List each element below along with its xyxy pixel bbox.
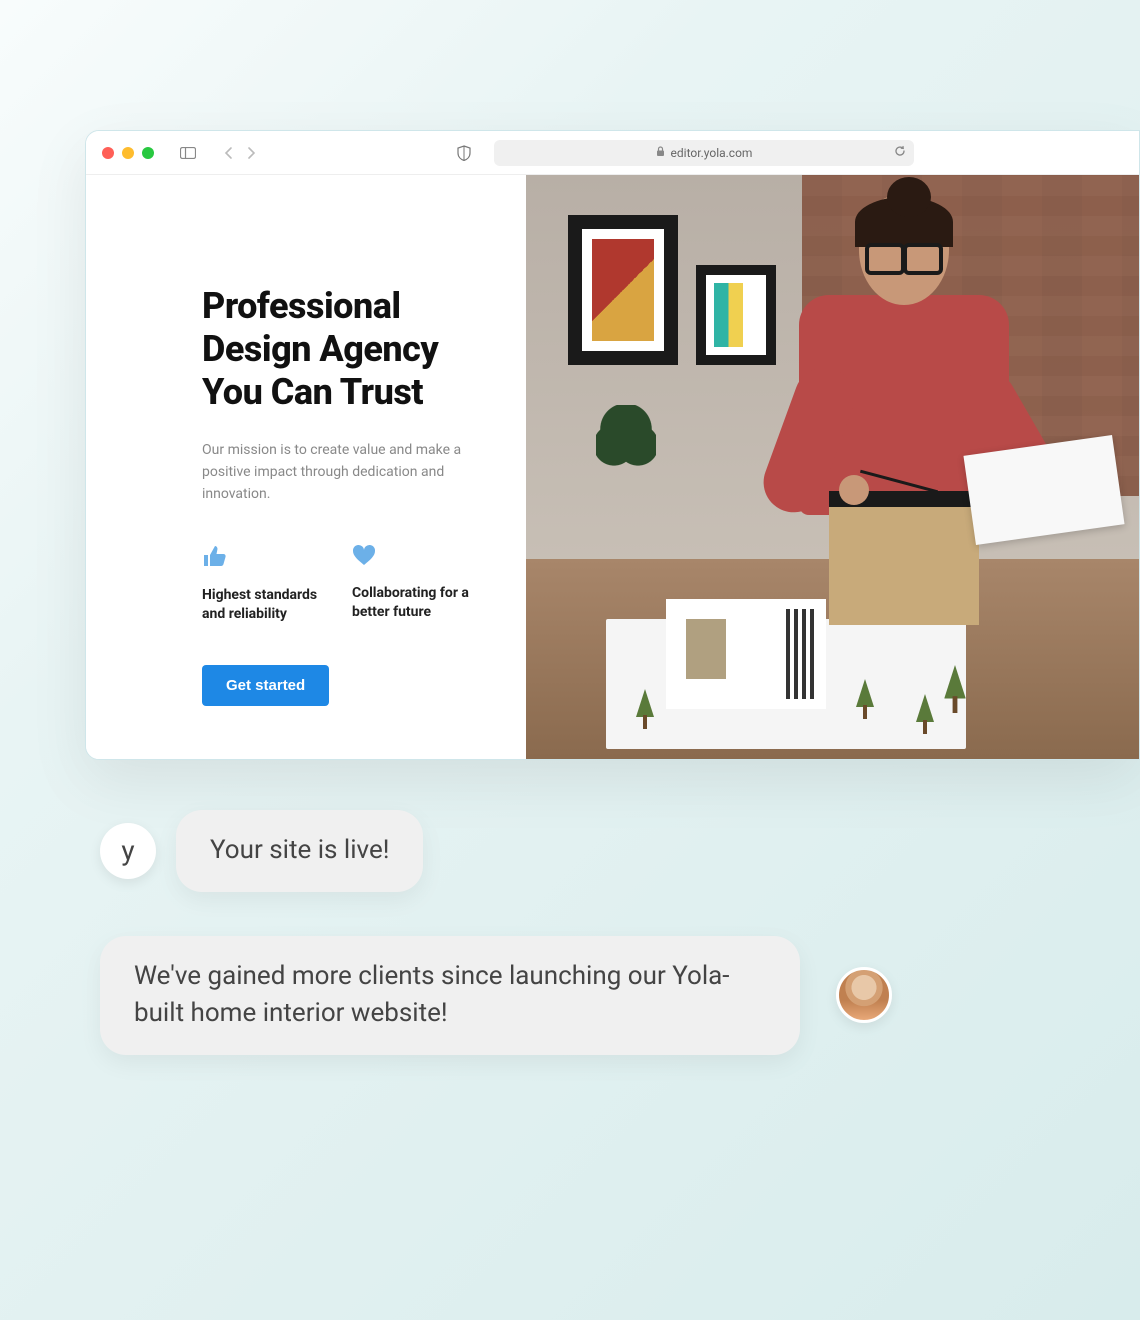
maximize-window-icon[interactable] [142,147,154,159]
close-window-icon[interactable] [102,147,114,159]
feature-label: Collaborating for a better future [352,584,470,623]
chat-bubble: Your site is live! [176,810,423,892]
sidebar-toggle-icon[interactable] [178,143,198,163]
refresh-icon[interactable] [894,145,906,160]
wall-art-icon [696,265,776,365]
feature-item: Highest standards and reliability [202,544,320,625]
chat-section: y Your site is live! We've gained more c… [100,810,1040,1099]
plant-icon [596,405,656,485]
hero-section: Professional Design Agency You Can Trust… [86,175,526,759]
privacy-shield-icon[interactable] [454,143,474,163]
page-content: Professional Design Agency You Can Trust… [86,175,1139,759]
mission-text: Our mission is to create value and make … [202,439,470,506]
user-avatar [836,967,892,1023]
chat-bubble: We've gained more clients since launchin… [100,936,800,1055]
browser-toolbar: editor.yola.com [86,131,1139,175]
wall-art-icon [568,215,678,365]
browser-window: editor.yola.com Professional Design Agen… [85,130,1140,760]
user-message-row: We've gained more clients since launchin… [100,936,1040,1055]
feature-item: Collaborating for a better future [352,544,470,625]
forward-icon[interactable] [242,143,262,163]
thumbs-up-icon [202,544,320,572]
avatar-letter: y [121,834,134,867]
url-text: editor.yola.com [671,146,753,160]
feature-list: Highest standards and reliability Collab… [202,544,470,625]
back-icon[interactable] [218,143,238,163]
hero-image [526,175,1139,759]
get-started-button[interactable]: Get started [202,665,329,706]
page-title: Professional Design Agency You Can Trust [202,285,470,415]
bot-message-row: y Your site is live! [100,810,1040,892]
bot-avatar: y [100,823,156,879]
person-illustration [769,195,1029,625]
window-controls [102,147,154,159]
minimize-window-icon[interactable] [122,147,134,159]
lock-icon [656,146,665,160]
heart-icon [352,544,470,570]
feature-label: Highest standards and reliability [202,586,320,625]
address-bar[interactable]: editor.yola.com [494,140,914,166]
